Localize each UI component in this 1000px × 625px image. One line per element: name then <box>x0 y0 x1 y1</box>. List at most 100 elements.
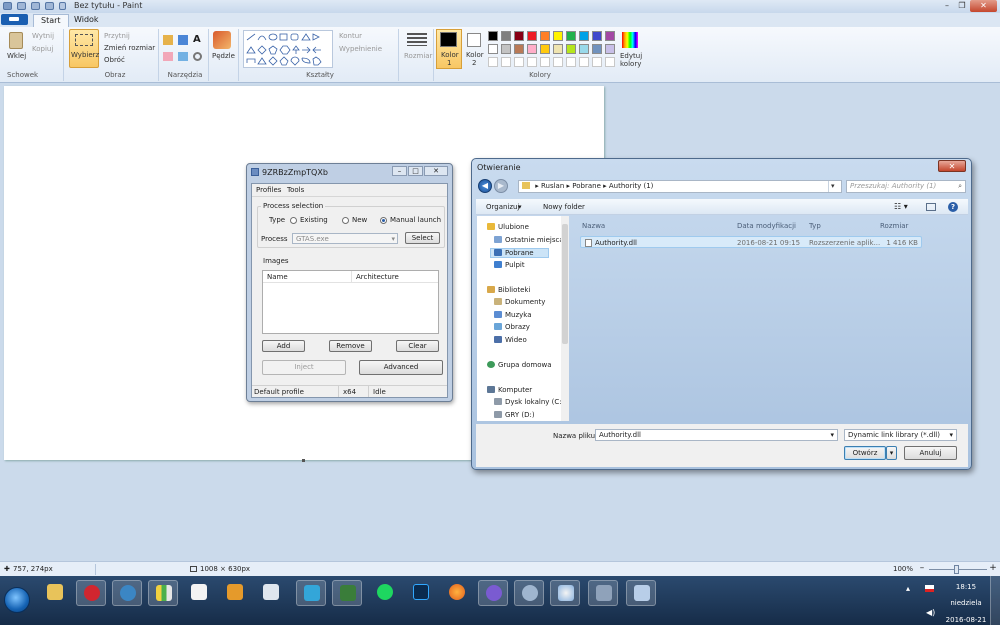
remove-button[interactable]: Remove <box>329 340 372 352</box>
palette-color-swatch[interactable] <box>579 31 589 41</box>
refresh-icon[interactable] <box>831 182 843 192</box>
menu-profiles[interactable]: Profiles <box>256 186 281 194</box>
tray-clock[interactable]: 18:15 niedziela 2016-08-21 <box>944 582 988 625</box>
injector-title-bar[interactable]: 9ZRBzZmpTQXb – □ ✕ <box>247 164 452 181</box>
taskbar-calendar[interactable] <box>184 580 214 606</box>
rotate-button[interactable]: Obróć <box>104 56 125 64</box>
text-tool-icon[interactable]: A <box>193 34 201 45</box>
color2-swatch[interactable] <box>467 33 481 47</box>
size-button[interactable]: Rozmiar <box>404 52 432 60</box>
custom-color-slot[interactable] <box>605 57 615 67</box>
taskbar-app-swirl[interactable] <box>478 580 508 606</box>
palette-color-swatch[interactable] <box>553 44 563 54</box>
paint-app-icon[interactable] <box>3 2 12 10</box>
palette-color-swatch[interactable] <box>540 31 550 41</box>
custom-color-slot[interactable] <box>566 57 576 67</box>
injector-maximize-button[interactable]: □ <box>408 166 423 176</box>
palette-color-swatch[interactable] <box>501 31 511 41</box>
edit-colors-label-2[interactable]: kolory <box>620 60 641 68</box>
column-header-date[interactable]: Data modyfikacji <box>737 222 796 230</box>
cut-button[interactable]: Wytnij <box>32 32 54 40</box>
palette-color-swatch[interactable] <box>488 31 498 41</box>
breadcrumb-item-pobrane[interactable]: Pobrane <box>572 182 601 190</box>
minimize-button[interactable]: – <box>940 0 954 12</box>
type-manual-launch-label[interactable]: Manual launch <box>390 216 441 224</box>
taskbar-document-app[interactable] <box>332 580 362 606</box>
edit-colors-label-1[interactable]: Edytuj <box>620 52 642 60</box>
palette-color-swatch[interactable] <box>514 31 524 41</box>
type-existing-radio[interactable] <box>290 217 297 224</box>
canvas-resize-handle[interactable] <box>302 459 305 462</box>
type-new-label[interactable]: New <box>352 216 367 224</box>
taskbar-bars-app[interactable] <box>148 580 178 606</box>
flag-icon[interactable] <box>925 585 934 592</box>
nav-desktop[interactable]: Pulpit <box>494 261 525 269</box>
brushes-icon[interactable] <box>213 31 231 49</box>
palette-color-swatch[interactable] <box>488 44 498 54</box>
taskbar-window-app[interactable] <box>626 580 656 606</box>
palette-color-swatch[interactable] <box>514 44 524 54</box>
search-input[interactable]: Przeszukaj: Authority (1) ⌕ <box>846 180 966 193</box>
view-options-icon[interactable]: ☷ ▾ <box>894 202 908 211</box>
start-button[interactable] <box>4 587 30 613</box>
advanced-button[interactable]: Advanced <box>359 360 443 375</box>
custom-color-slot[interactable] <box>553 57 563 67</box>
pencil-icon[interactable] <box>163 35 173 45</box>
images-list[interactable]: Name Architecture <box>262 270 439 334</box>
taskbar-explorer[interactable] <box>40 580 70 606</box>
nav-libraries[interactable]: Biblioteki <box>487 286 530 294</box>
process-combobox[interactable]: GTAS.exe ▾ <box>292 233 398 244</box>
save-quick-icon[interactable] <box>17 2 26 10</box>
zoom-in-button[interactable]: + <box>988 564 998 574</box>
paste-label[interactable]: Wklej <box>7 52 26 60</box>
custom-color-slot[interactable] <box>488 57 498 67</box>
custom-color-slot[interactable] <box>540 57 550 67</box>
type-existing-label[interactable]: Existing <box>300 216 328 224</box>
tab-view[interactable]: Widok <box>67 14 106 27</box>
fill-icon[interactable] <box>178 35 188 45</box>
cancel-button[interactable]: Anuluj <box>904 446 957 460</box>
nav-scrollbar-thumb[interactable] <box>562 224 568 344</box>
inject-button[interactable]: Inject <box>262 360 346 375</box>
column-architecture[interactable]: Architecture <box>356 273 399 281</box>
quick-access-dropdown-icon[interactable] <box>59 2 66 10</box>
file-row[interactable]: Authority.dll 2016-08-21 09:15 Rozszerze… <box>580 236 922 248</box>
organize-menu[interactable]: Organizuj <box>486 203 519 211</box>
taskbar-injector[interactable] <box>588 580 618 606</box>
palette-color-swatch[interactable] <box>592 44 602 54</box>
nav-drive-d[interactable]: GRY (D:) <box>494 411 535 419</box>
nav-music[interactable]: Muzyka <box>494 311 532 319</box>
taskbar-app[interactable] <box>112 580 142 606</box>
volume-icon[interactable]: ◀) <box>926 608 935 617</box>
open-dropdown-button[interactable]: ▾ <box>886 446 897 460</box>
nav-pictures[interactable]: Obrazy <box>494 323 530 331</box>
nav-documents[interactable]: Dokumenty <box>494 298 545 306</box>
eraser-icon[interactable] <box>163 52 173 61</box>
palette-color-swatch[interactable] <box>579 44 589 54</box>
help-icon[interactable]: ? <box>948 202 958 212</box>
open-button[interactable]: Otwórz <box>844 446 886 460</box>
outline-dropdown[interactable]: Kontur <box>339 32 362 40</box>
undo-icon[interactable] <box>31 2 40 10</box>
injector-close-button[interactable]: ✕ <box>424 166 448 176</box>
taskbar-lightning-app[interactable] <box>220 580 250 606</box>
injector-minimize-button[interactable]: – <box>392 166 407 176</box>
taskbar-calculator[interactable] <box>256 580 286 606</box>
column-header-type[interactable]: Typ <box>809 222 821 230</box>
nav-homegroup[interactable]: Grupa domowa <box>487 361 552 369</box>
address-bar[interactable]: ▸ Ruslan ▸ Pobrane ▸ Authority (1) <box>518 180 842 193</box>
crop-button[interactable]: Przytnij <box>104 32 130 40</box>
taskbar-opera[interactable] <box>76 580 106 606</box>
copy-button[interactable]: Kopiuj <box>32 45 53 53</box>
custom-color-slot[interactable] <box>501 57 511 67</box>
custom-color-slot[interactable] <box>592 57 602 67</box>
zoom-out-button[interactable]: – <box>917 564 927 574</box>
brushes-button[interactable]: Pędzle <box>212 52 235 60</box>
color2-label[interactable]: Kolor <box>466 51 484 59</box>
size-icon[interactable] <box>407 33 427 46</box>
custom-color-slot[interactable] <box>514 57 524 67</box>
palette-color-swatch[interactable] <box>527 31 537 41</box>
paste-icon[interactable] <box>9 32 23 49</box>
new-folder-button[interactable]: Nowy folder <box>543 203 585 211</box>
magnifier-icon[interactable] <box>193 52 202 61</box>
